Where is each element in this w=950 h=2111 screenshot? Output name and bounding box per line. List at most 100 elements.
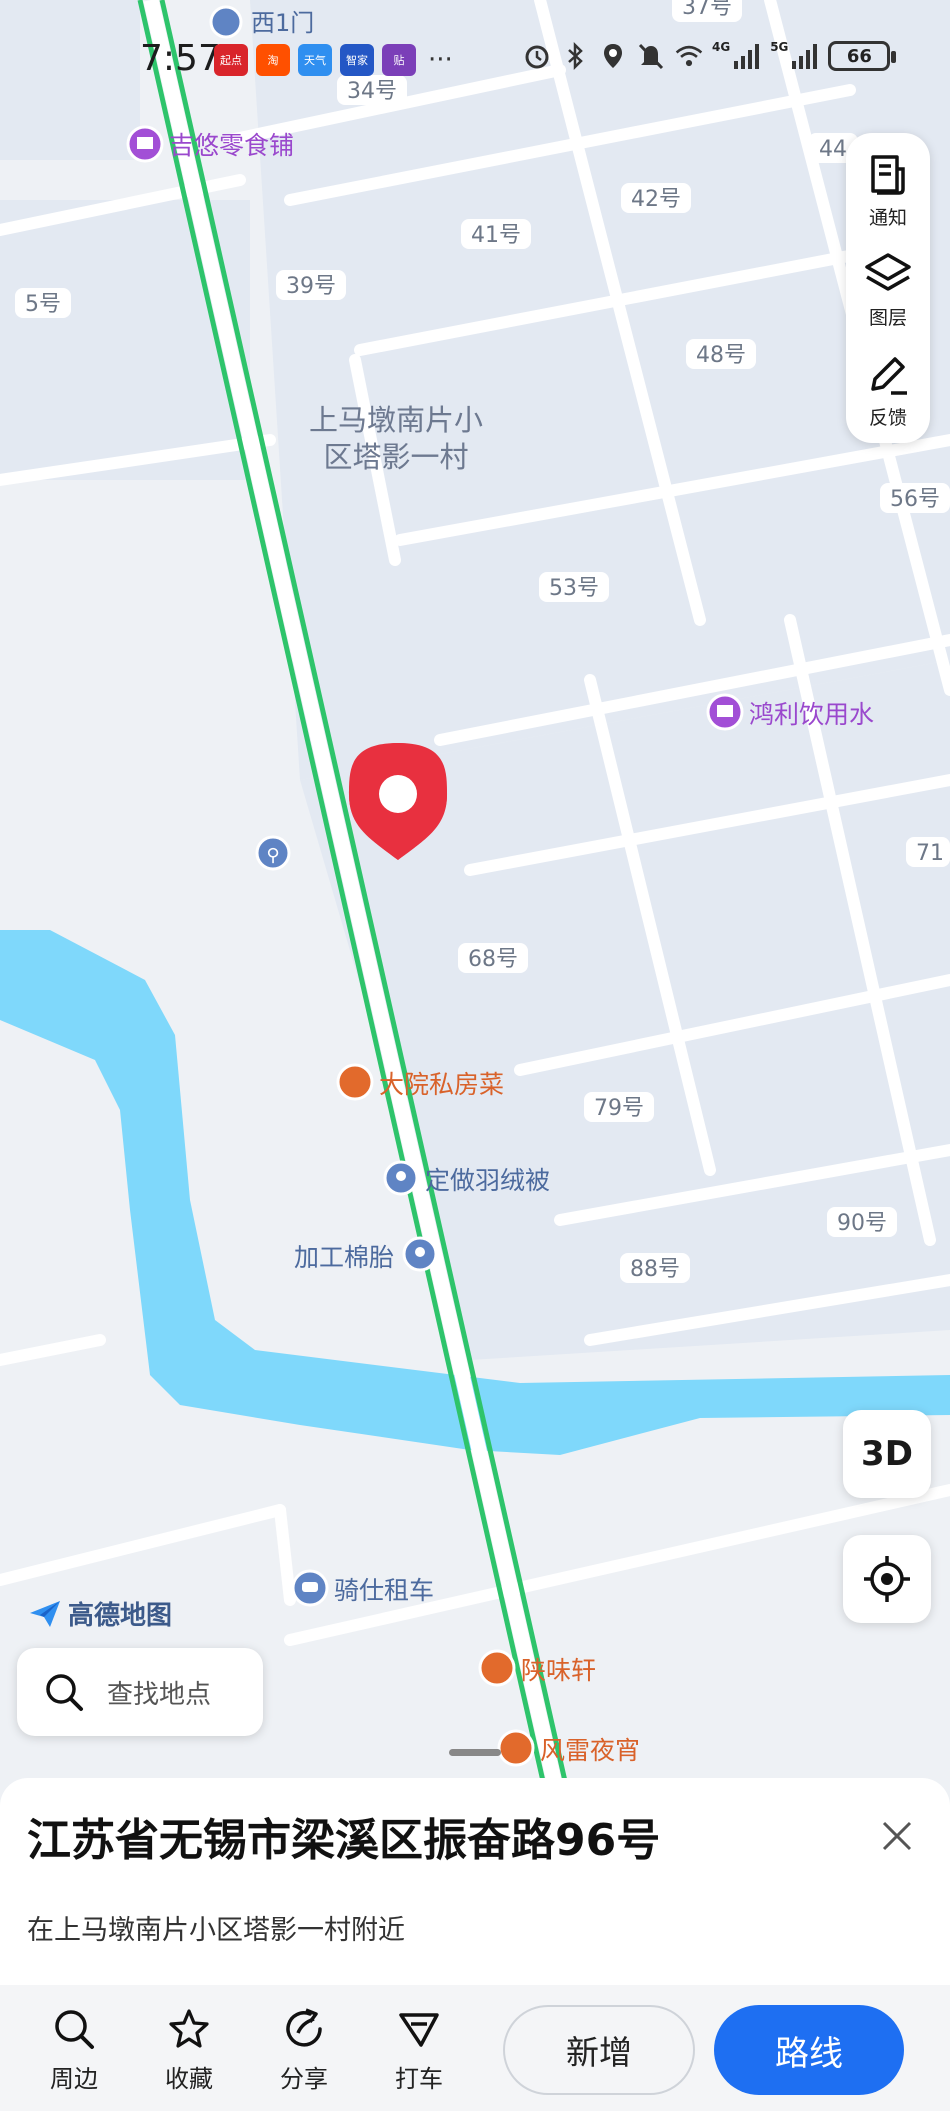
poi-toilet[interactable]: ⚲ — [255, 835, 291, 871]
amap-logo: 高德地图 — [28, 1595, 172, 1632]
wifi-icon — [674, 40, 704, 72]
star-icon — [169, 2009, 209, 2048]
road-label: 71 — [906, 837, 950, 867]
taxi-label: 打车 — [395, 2065, 443, 2093]
svg-text:53号: 53号 — [549, 576, 599, 601]
svg-text:48号: 48号 — [696, 343, 746, 368]
app-badge-smarthome-icon: 智家 — [340, 44, 374, 76]
road-label: 39号 — [276, 270, 346, 300]
search-place-box[interactable]: 查找地点 — [17, 1648, 263, 1736]
favorite-label: 收藏 — [165, 2065, 213, 2093]
favorite-button[interactable]: 收藏 — [149, 2007, 229, 2094]
taxi-button[interactable]: 打车 — [379, 2007, 459, 2094]
network-5g-label: 5G — [770, 40, 789, 54]
layers-label: 图层 — [868, 306, 907, 329]
svg-text:风雷夜宵: 风雷夜宵 — [540, 1736, 640, 1765]
route-button[interactable]: 路线 — [714, 2005, 904, 2095]
mute-icon — [636, 40, 666, 72]
share-label: 分享 — [280, 2065, 328, 2093]
poi-restaurant[interactable]: 大院私房菜 — [336, 1063, 504, 1101]
svg-text:41号: 41号 — [471, 223, 521, 248]
edit-pencil-icon — [871, 356, 907, 395]
layers-icon — [865, 252, 911, 291]
close-button[interactable] — [875, 1814, 919, 1858]
map-canvas[interactable]: 37号 34号 44 42号 41号 39号 5号 48号 56号 53号 71… — [0, 0, 950, 1790]
location-icon — [598, 40, 628, 72]
poi-car-rental[interactable]: 骑仕租车 — [291, 1569, 434, 1607]
close-icon — [882, 1821, 912, 1851]
app-badge-tieba-icon: 贴 — [382, 44, 416, 76]
logo-text: 高德地图 — [68, 1601, 173, 1631]
svg-text:⚲: ⚲ — [266, 845, 279, 866]
place-address-title: 江苏省无锡市梁溪区振奋路96号 — [27, 1815, 661, 1866]
svg-text:区塔影一村: 区塔影一村 — [323, 440, 468, 474]
search-nearby-icon — [55, 2010, 94, 2049]
poi-night-snack[interactable]: 风雷夜宵 — [497, 1729, 640, 1767]
map-tools-panel: 通知 图层 反馈 — [846, 133, 930, 443]
road-label: 41号 — [461, 219, 531, 249]
notice-icon — [871, 154, 905, 195]
svg-text:88号: 88号 — [630, 1257, 680, 1282]
road-label: 5号 — [15, 288, 71, 318]
svg-text:42号: 42号 — [631, 187, 681, 212]
paper-plane-icon — [30, 1600, 60, 1627]
nearby-button[interactable]: 周边 — [34, 2007, 114, 2094]
3d-view-button[interactable]: 3D — [843, 1410, 931, 1498]
road-label: 48号 — [686, 339, 756, 369]
road-label: 68号 — [458, 943, 528, 973]
svg-text:44: 44 — [819, 137, 847, 162]
svg-text:陕味轩: 陕味轩 — [521, 1656, 596, 1685]
road-label: 56号 — [880, 483, 950, 513]
app-badge-taobao-icon: 淘 — [256, 44, 290, 76]
svg-text:加工棉胎: 加工棉胎 — [294, 1243, 394, 1272]
layers-button[interactable]: 图层 — [846, 241, 930, 337]
notify-label: 通知 — [868, 206, 907, 229]
poi-snack-shop[interactable]: 吉悠零食铺 — [126, 125, 294, 163]
sheet-drag-handle[interactable] — [449, 1749, 501, 1756]
svg-text:90号: 90号 — [837, 1211, 887, 1236]
taxi-icon — [399, 2013, 439, 2047]
svg-text:5号: 5号 — [25, 292, 61, 317]
svg-text:39号: 39号 — [286, 274, 336, 299]
feedback-button[interactable]: 反馈 — [846, 341, 930, 437]
crosshair-icon — [864, 1556, 910, 1602]
svg-text:上马墩南片小: 上马墩南片小 — [309, 403, 483, 437]
svg-text:大院私房菜: 大院私房菜 — [379, 1070, 504, 1099]
my-location-button[interactable] — [843, 1535, 931, 1623]
road-label: 42号 — [621, 183, 691, 213]
network-4g-label: 4G — [712, 40, 731, 54]
svg-text:79号: 79号 — [594, 1096, 644, 1121]
road-label: 88号 — [620, 1253, 690, 1283]
poi-water-shop[interactable]: 鸿利饮用水 — [706, 693, 874, 731]
battery-icon: 66 — [828, 41, 897, 71]
share-icon — [286, 2008, 322, 2047]
bluetooth-icon — [560, 40, 590, 72]
svg-text:骑仕租车: 骑仕租车 — [334, 1576, 434, 1605]
place-nearby-text: 在上马墩南片小区塔影一村附近 — [27, 1915, 405, 1946]
alarm-icon — [522, 40, 552, 72]
status-time: 7:57 — [140, 38, 221, 79]
road-label: 53号 — [539, 572, 609, 602]
feedback-label: 反馈 — [868, 406, 907, 429]
poi-duvet-shop[interactable]: 定做羽绒被 — [383, 1160, 550, 1196]
signal-4g-icon — [732, 40, 762, 72]
notify-button[interactable]: 通知 — [846, 141, 930, 237]
svg-text:定做羽绒被: 定做羽绒被 — [425, 1166, 550, 1195]
poi-shaanxi-food[interactable]: 陕味轩 — [478, 1649, 596, 1687]
svg-text:68号: 68号 — [468, 947, 518, 972]
road-label: 79号 — [584, 1092, 654, 1122]
app-badge-qidian-icon: 起点 — [214, 44, 248, 76]
status-more-icon: ··· — [428, 45, 453, 75]
share-button[interactable]: 分享 — [264, 2007, 344, 2094]
status-notification-apps: 起点 淘 天气 智家 贴 ··· — [214, 44, 453, 76]
signal-5g-icon — [790, 40, 820, 72]
road-label: 90号 — [827, 1207, 897, 1237]
add-button[interactable]: 新增 — [503, 2005, 695, 2095]
action-bar: 周边 收藏 分享 打车 新增 路线 — [0, 1985, 950, 2111]
search-icon — [46, 1674, 83, 1711]
svg-text:56号: 56号 — [890, 487, 940, 512]
status-system-icons: 4G 5G 66 — [522, 40, 897, 72]
poi-cotton-shop[interactable]: 加工棉胎 — [294, 1236, 438, 1272]
status-bar: 7:57 起点 淘 天气 智家 贴 ··· 4G 5G 66 — [0, 0, 950, 120]
app-badge-weather-icon: 天气 — [298, 44, 332, 76]
